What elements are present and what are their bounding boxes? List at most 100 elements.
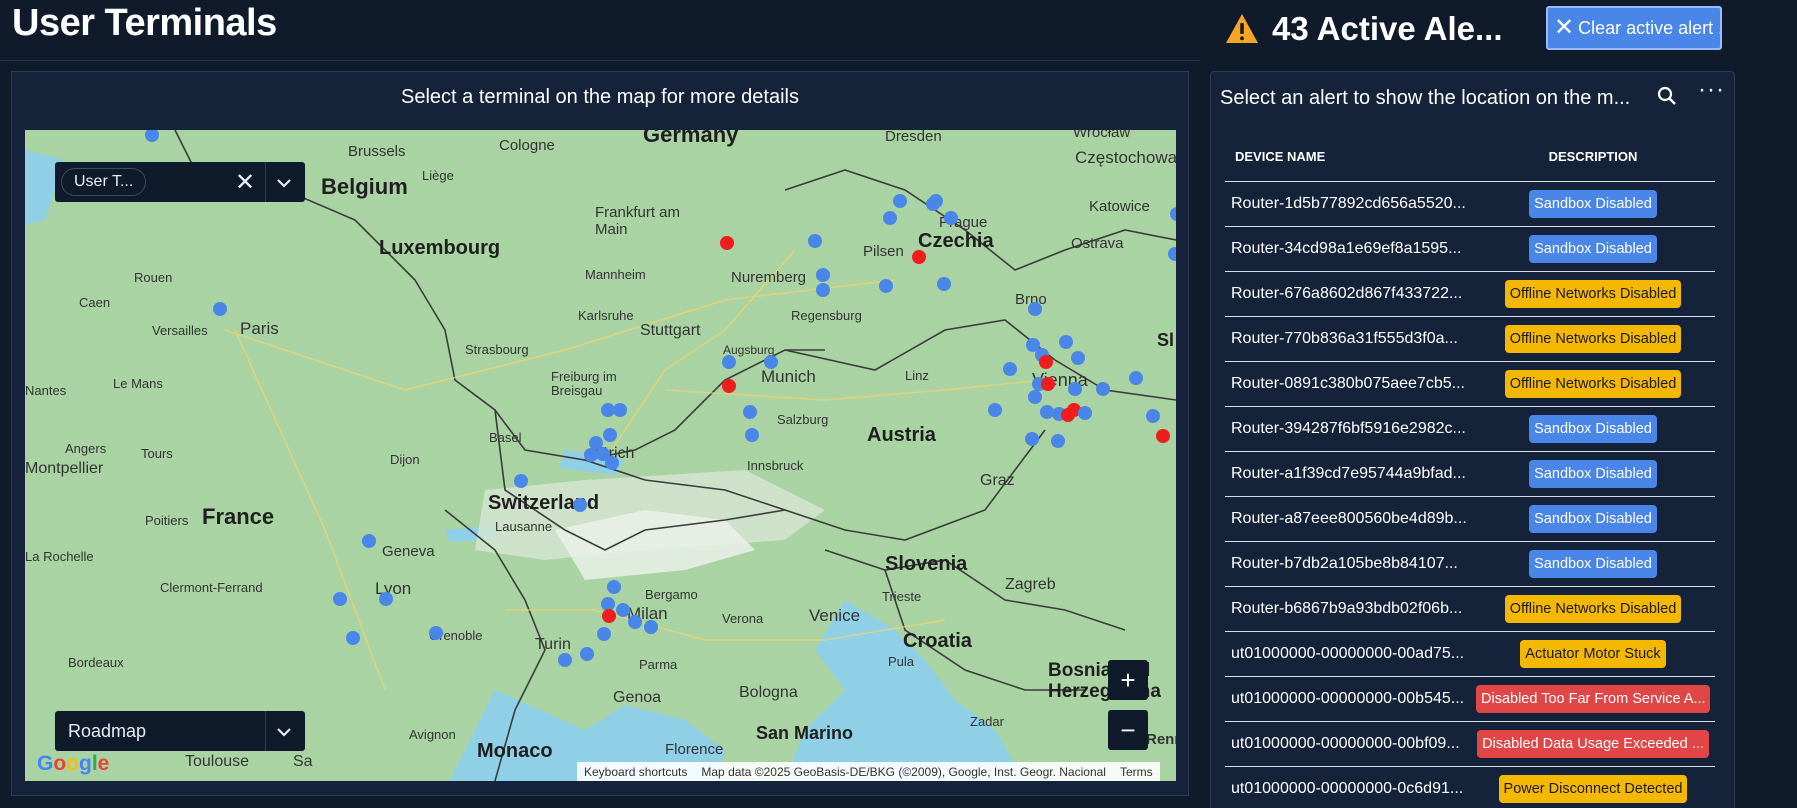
terminal-marker[interactable] (616, 603, 630, 617)
city-label: Częstochowa (1075, 148, 1176, 167)
terminal-marker[interactable] (573, 498, 587, 512)
terminal-marker[interactable] (558, 653, 572, 667)
zoom-in-button[interactable]: + (1108, 660, 1148, 700)
terminal-marker[interactable] (944, 211, 958, 225)
terminal-marker[interactable] (1003, 362, 1017, 376)
map-type-select[interactable]: Roadmap (55, 711, 305, 751)
city-label: Verona (722, 611, 764, 626)
chevron-down-icon[interactable] (275, 174, 293, 192)
terms-link[interactable]: Terms (1113, 765, 1160, 779)
table-row[interactable]: ut01000000-00000000-00bf09... Disabled Da… (1225, 722, 1715, 767)
terminal-marker[interactable] (644, 620, 658, 634)
search-icon[interactable] (1657, 86, 1677, 106)
table-row[interactable]: Router-a87eee800560be4d89b... Sandbox Dis… (1225, 497, 1715, 542)
city-label: Basel (489, 430, 522, 445)
terminal-filter-select[interactable]: User T... ✕ (55, 162, 305, 202)
more-options-icon[interactable]: ··· (1698, 76, 1725, 104)
table-row[interactable]: Router-34cd98a1e69ef8a1595... Sandbox Dis… (1225, 227, 1715, 272)
terminal-marker[interactable] (333, 592, 347, 606)
table-row[interactable]: ut01000000-00000000-00ad75... Actuator Mo… (1225, 632, 1715, 677)
terminal-marker[interactable] (429, 626, 443, 640)
table-row[interactable]: ut01000000-00000000-0c6d91... Power Disco… (1225, 767, 1715, 808)
terminal-alert-marker[interactable] (912, 250, 926, 264)
terminal-alert-marker[interactable] (720, 236, 734, 250)
city-label: Nuremberg (731, 269, 807, 286)
terminal-marker[interactable] (346, 631, 360, 645)
terminal-marker[interactable] (764, 355, 778, 369)
keyboard-shortcuts-link[interactable]: Keyboard shortcuts (577, 765, 694, 779)
terminal-marker[interactable] (745, 428, 759, 442)
terminal-marker[interactable] (816, 283, 830, 297)
terminal-marker[interactable] (1059, 335, 1073, 349)
terminal-marker[interactable] (613, 403, 627, 417)
table-row[interactable]: Router-a1f39cd7e95744a9bfad... Sandbox Di… (1225, 452, 1715, 497)
terminal-marker[interactable] (1146, 409, 1160, 423)
terminal-alert-marker[interactable] (1041, 377, 1055, 391)
terminal-marker[interactable] (808, 234, 822, 248)
terminal-marker[interactable] (628, 615, 642, 629)
terminal-marker[interactable] (722, 355, 736, 369)
terminal-marker[interactable] (1051, 434, 1065, 448)
terminal-marker[interactable] (580, 647, 594, 661)
terminal-marker[interactable] (379, 592, 393, 606)
terminal-marker[interactable] (605, 456, 619, 470)
terminal-marker[interactable] (1028, 390, 1042, 404)
table-row[interactable]: Router-b6867b9a93bdb02f06b... Offline Net… (1225, 587, 1715, 632)
country-label: France (202, 504, 275, 529)
terminal-alert-marker[interactable] (722, 379, 736, 393)
terminal-map[interactable]: Brussels Liège Cologne Germany Dresden W… (25, 130, 1176, 781)
city-label: Toulouse (185, 753, 250, 770)
terminal-marker[interactable] (603, 428, 617, 442)
status-badge: Disabled Too Far From Service A... (1476, 685, 1710, 713)
table-row[interactable]: Router-0891c380b075aee7cb5... Offline Net… (1225, 362, 1715, 407)
city-label: Zadar (970, 714, 1004, 729)
terminal-marker[interactable] (988, 403, 1002, 417)
terminal-marker[interactable] (1025, 432, 1039, 446)
city-label: Brussels (348, 143, 406, 160)
table-row[interactable]: Router-1d5b77892cd656a5520... Sandbox Dis… (1225, 182, 1715, 227)
table-row[interactable]: ut01000000-00000000-00b545... Disabled To… (1225, 677, 1715, 722)
terminal-marker[interactable] (362, 534, 376, 548)
city-label: Pilsen (863, 243, 904, 260)
terminal-marker[interactable] (1129, 371, 1143, 385)
terminal-marker[interactable] (514, 474, 528, 488)
terminal-marker[interactable] (1078, 406, 1092, 420)
status-badge: Actuator Motor Stuck (1520, 640, 1666, 668)
clear-active-alerts-button[interactable]: ✕ Clear active alert ... (1546, 6, 1722, 50)
terminal-marker[interactable] (597, 627, 611, 641)
warning-icon (1226, 14, 1258, 43)
terminal-marker[interactable] (816, 268, 830, 282)
terminal-marker[interactable] (213, 302, 227, 316)
terminal-alert-marker[interactable] (1039, 355, 1053, 369)
terminal-marker[interactable] (743, 405, 757, 419)
table-row[interactable]: Router-770b836a31f555d3f0a... Offline Net… (1225, 317, 1715, 362)
city-label: Cologne (499, 137, 555, 154)
terminal-alert-marker[interactable] (602, 609, 616, 623)
chevron-down-icon[interactable] (275, 723, 293, 741)
terminal-marker[interactable] (937, 277, 951, 291)
terminal-marker[interactable] (879, 279, 893, 293)
terminal-marker[interactable] (883, 211, 897, 225)
terminal-marker[interactable] (893, 194, 907, 208)
status-badge: Offline Networks Disabled (1504, 595, 1682, 623)
column-header-description[interactable]: DESCRIPTION (1471, 149, 1715, 164)
terminal-alert-marker[interactable] (1156, 429, 1170, 443)
status-badge: Sandbox Disabled (1529, 415, 1657, 443)
active-alerts-header: 43 Active Ale... (1224, 6, 1503, 52)
column-header-device[interactable]: DEVICE NAME (1225, 149, 1471, 164)
table-row[interactable]: Router-b7db2a105be8b84107... Sandbox Disa… (1225, 542, 1715, 587)
device-name-cell: Router-0891c380b075aee7cb5... (1231, 375, 1465, 392)
zoom-out-button[interactable]: − (1108, 710, 1148, 750)
terminal-marker[interactable] (1028, 302, 1042, 316)
terminal-marker[interactable] (926, 197, 940, 211)
table-row[interactable]: Router-394287f6bf5916e2982c... Sandbox Di… (1225, 407, 1715, 452)
terminal-marker[interactable] (1168, 247, 1176, 261)
terminal-marker[interactable] (1096, 382, 1110, 396)
terminal-marker[interactable] (1068, 382, 1082, 396)
device-name-cell: ut01000000-00000000-00b545... (1231, 690, 1465, 707)
terminal-marker[interactable] (1071, 351, 1085, 365)
table-row[interactable]: Router-676a8602d867f433722... Offline Net… (1225, 272, 1715, 317)
terminal-marker[interactable] (607, 580, 621, 594)
clear-filter-icon[interactable]: ✕ (235, 168, 255, 197)
terminal-marker[interactable] (584, 448, 598, 462)
